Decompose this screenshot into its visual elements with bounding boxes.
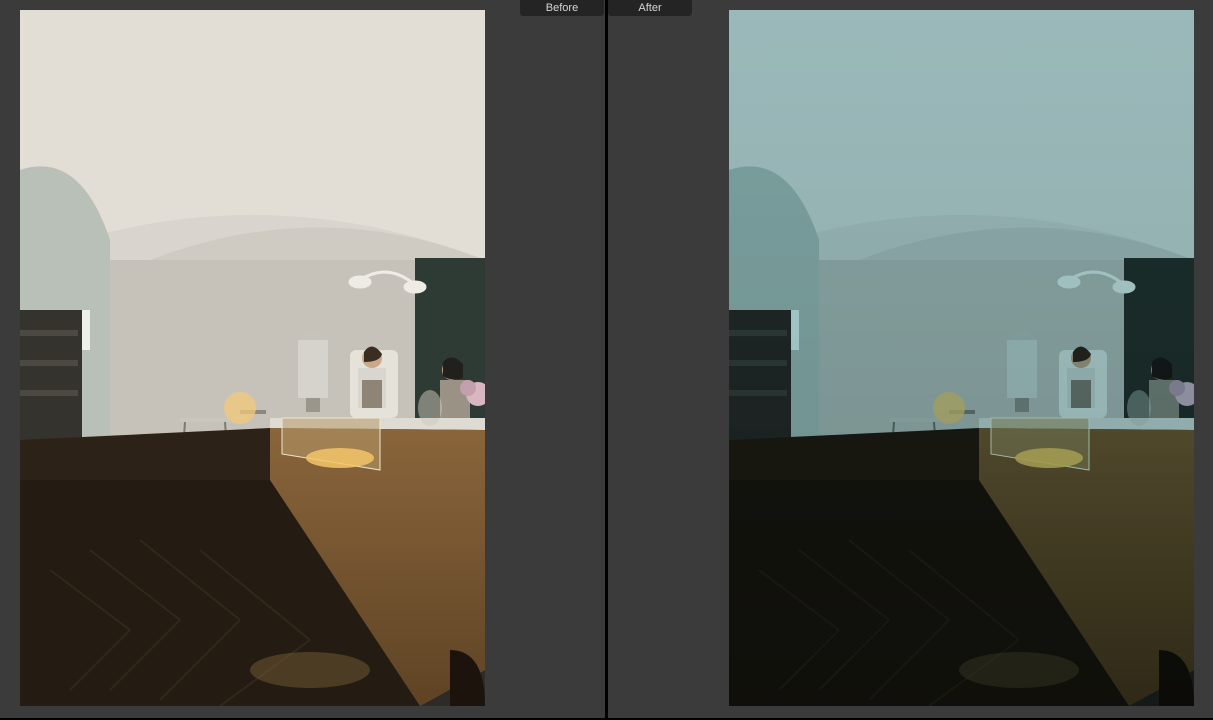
- after-panel[interactable]: [608, 0, 1213, 718]
- compare-divider[interactable]: [605, 0, 608, 718]
- compare-viewport: Before After: [0, 0, 1213, 720]
- before-image[interactable]: [20, 10, 485, 706]
- before-label: Before: [520, 0, 604, 16]
- after-label: After: [608, 0, 692, 16]
- before-panel[interactable]: [0, 0, 605, 718]
- after-image[interactable]: [729, 10, 1194, 706]
